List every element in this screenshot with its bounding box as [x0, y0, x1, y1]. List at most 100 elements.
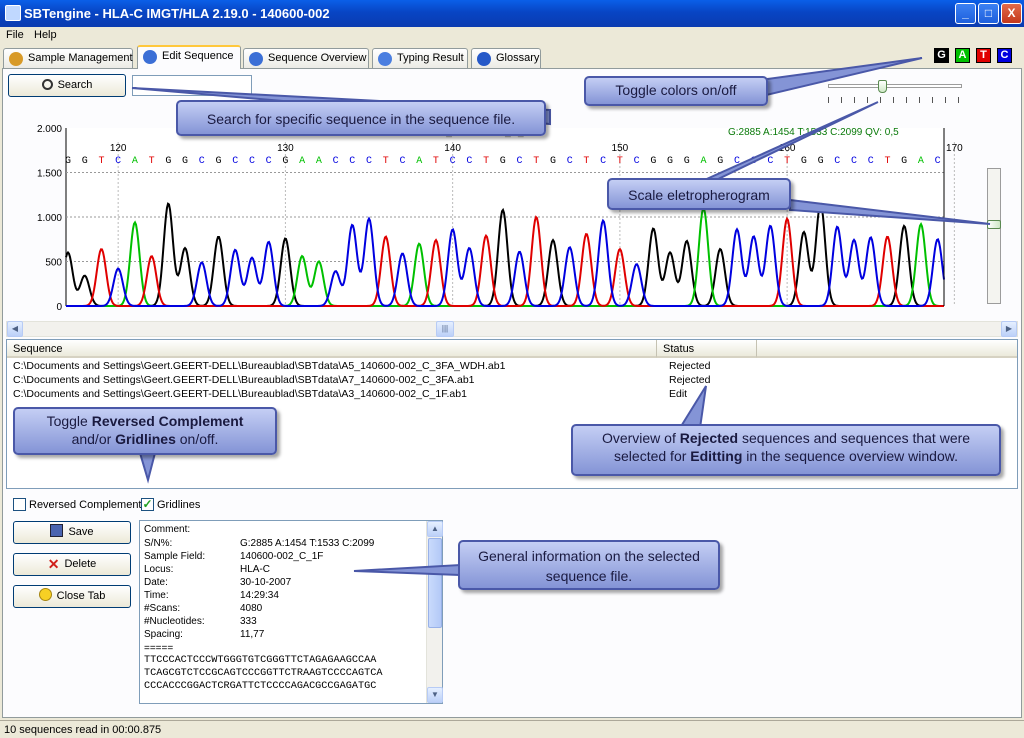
reversed-complement-label[interactable]: Reversed Complement: [29, 499, 142, 511]
base-call-A: A: [299, 156, 305, 167]
scroll-right-icon[interactable]: ▶: [1001, 321, 1017, 337]
x-tick-label: 140: [444, 143, 461, 154]
column-header-sequence[interactable]: Sequence: [7, 340, 657, 358]
base-call-C: C: [232, 156, 238, 167]
base-call-C: C: [567, 156, 573, 167]
base-call-G: G: [550, 156, 556, 167]
info-key: Spacing:: [144, 629, 183, 640]
scale-slider-thumb[interactable]: [987, 220, 1001, 229]
gridlines-label[interactable]: Gridlines: [157, 499, 200, 511]
list-item-status: Rejected: [669, 374, 711, 386]
base-call-C: C: [115, 156, 121, 167]
close-tab-button[interactable]: Close Tab: [13, 585, 131, 608]
gridlines-checkbox[interactable]: ✓: [141, 498, 154, 511]
base-call-C: C: [517, 156, 523, 167]
scale-slider[interactable]: [987, 168, 1001, 304]
scrollbar-thumb[interactable]: |||: [436, 321, 454, 337]
base-call-T: T: [533, 156, 539, 167]
scroll-down-icon[interactable]: ▼: [427, 687, 443, 703]
sequence-line: TTCCCACTCCCWTGGGTGTCGGGTTCTAGAGAAGCCAA: [144, 655, 377, 666]
info-value: 30-10-2007: [240, 577, 292, 588]
tab-typing-result[interactable]: Typing Result: [372, 48, 468, 68]
base-call-G: G: [282, 156, 288, 167]
y-tick-label: 1.000: [37, 213, 62, 224]
x-tick-label: 130: [277, 143, 294, 154]
info-key: Locus:: [144, 564, 174, 575]
close-window-button[interactable]: X: [1001, 3, 1022, 24]
callout-overview: Overview of Rejected sequences and seque…: [571, 424, 1001, 476]
info-scrollbar[interactable]: ▲ ▼: [426, 521, 443, 703]
zoom-slider-thumb[interactable]: [878, 80, 887, 93]
sequence-info-box[interactable]: Comment: S/N%: G:2885 A:1454 T:1533 C:20…: [139, 520, 443, 704]
search-button[interactable]: Search: [8, 74, 126, 97]
base-call-C: C: [349, 156, 355, 167]
base-call-A: A: [316, 156, 322, 167]
info-separator: =====: [144, 643, 174, 654]
info-value: 140600-002_C_1F: [240, 551, 324, 562]
base-call-C: C: [333, 156, 339, 167]
base-call-G: G: [801, 156, 807, 167]
toggle-g-button[interactable]: G: [934, 48, 949, 63]
info-key: Comment:: [144, 524, 191, 535]
chart-scrollbar[interactable]: ◀ ||| ▶: [6, 321, 1018, 337]
callout-general-info: General information on the selected sequ…: [458, 540, 720, 590]
save-button[interactable]: Save: [13, 521, 131, 544]
scroll-left-icon[interactable]: ◀: [7, 321, 23, 337]
base-call-G: G: [500, 156, 506, 167]
base-call-G: G: [667, 156, 673, 167]
menu-help[interactable]: Help: [34, 29, 57, 41]
base-call-C: C: [266, 156, 272, 167]
search-input[interactable]: [132, 75, 252, 96]
list-item[interactable]: C:\Documents and Settings\Geert.GEERT-DE…: [13, 388, 1013, 402]
info-value: 4080: [240, 603, 263, 614]
tab-sample-management[interactable]: Sample Management: [3, 48, 133, 68]
info-scrollbar-thumb[interactable]: [428, 538, 442, 628]
base-call-T: T: [784, 156, 790, 167]
delete-button[interactable]: ✕ Delete: [13, 553, 131, 576]
reversed-complement-checkbox[interactable]: [13, 498, 26, 511]
tab-glossary[interactable]: Glossary: [471, 48, 541, 68]
column-header-status[interactable]: Status: [657, 340, 757, 358]
toggle-t-button[interactable]: T: [976, 48, 991, 63]
list-item[interactable]: C:\Documents and Settings\Geert.GEERT-DE…: [13, 360, 1013, 374]
y-tick-label: 1.500: [37, 169, 62, 180]
save-label: Save: [68, 526, 94, 538]
base-call-C: C: [466, 156, 472, 167]
base-call-C: C: [734, 156, 740, 167]
base-call-G: G: [182, 156, 188, 167]
smiley-icon: [38, 588, 52, 601]
toggle-c-button[interactable]: C: [997, 48, 1012, 63]
menu-file[interactable]: File: [6, 29, 24, 41]
info-key: Date:: [144, 577, 168, 588]
y-tick-label: 2.000: [37, 124, 62, 135]
list-item[interactable]: C:\Documents and Settings\Geert.GEERT-DE…: [13, 374, 1013, 388]
tab-label: Typing Result: [397, 52, 464, 64]
base-call-C: C: [868, 156, 874, 167]
zoom-slider[interactable]: [828, 80, 962, 108]
sequence-line: CCCACCCGGACTCRGATTCTCCCCAGACGCCGAGATGC: [144, 681, 377, 692]
base-call-C: C: [249, 156, 255, 167]
tab-label: Glossary: [496, 52, 540, 64]
list-item-path: C:\Documents and Settings\Geert.GEERT-DE…: [13, 388, 467, 400]
toggle-a-button[interactable]: A: [955, 48, 970, 63]
tab-edit-sequence[interactable]: Edit Sequence: [137, 45, 241, 69]
y-tick-label: 0: [56, 302, 62, 313]
maximize-button[interactable]: □: [978, 3, 999, 24]
callout-toggle-colors: Toggle colors on/off: [584, 76, 768, 106]
callout-scale: Scale eletropherogram: [607, 178, 791, 210]
sequence-overview-icon: [249, 52, 263, 66]
base-call-T: T: [149, 156, 155, 167]
scroll-up-icon[interactable]: ▲: [427, 521, 443, 537]
base-call-G: G: [216, 156, 222, 167]
base-call-G: G: [684, 156, 690, 167]
list-item-path: C:\Documents and Settings\Geert.GEERT-DE…: [13, 360, 506, 372]
delete-x-icon: ✕: [47, 556, 60, 572]
tab-sequence-overview[interactable]: Sequence Overview: [243, 48, 369, 68]
title-bar: SBTengine - HLA-C IMGT/HLA 2.19.0 - 1406…: [0, 0, 1024, 27]
base-call-G: G: [165, 156, 171, 167]
info-key: #Nucleotides:: [144, 616, 205, 627]
minimize-button[interactable]: _: [955, 3, 976, 24]
electropherogram-chart[interactable]: 2.0001.5001.0005000120130140150160170A3_…: [4, 122, 972, 318]
menu-bar: File Help: [0, 27, 1024, 45]
list-item-status: Edit: [669, 388, 688, 400]
